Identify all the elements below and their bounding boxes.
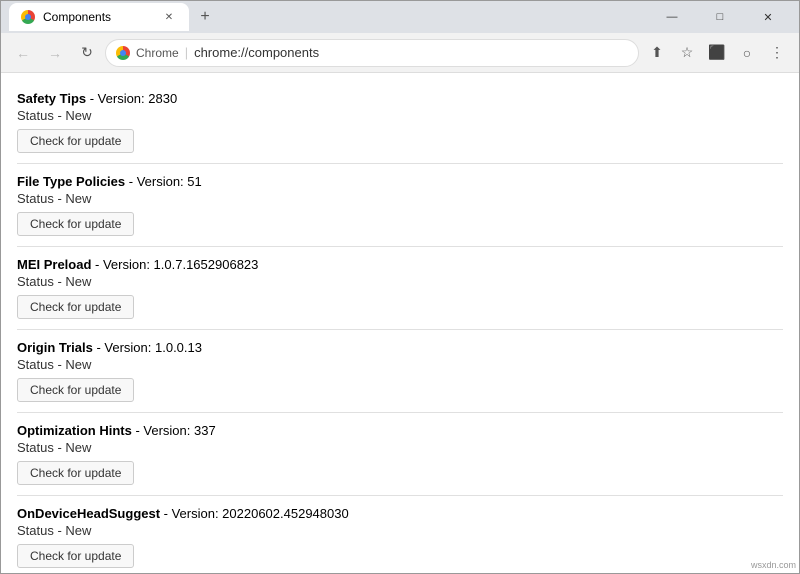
active-tab[interactable]: Components ✕: [9, 3, 189, 31]
site-security-icon: [116, 46, 130, 60]
watermark: wsxdn.com: [751, 560, 796, 570]
component-status: Status - New: [17, 440, 783, 455]
tab-favicon: [21, 10, 35, 24]
forward-button[interactable]: →: [41, 39, 69, 67]
reload-button[interactable]: ↻: [73, 39, 101, 67]
window-controls: — □ ✕: [649, 1, 791, 33]
component-item: Safety Tips - Version: 2830 Status - New C…: [17, 81, 783, 164]
tab-strip: Components ✕ +: [9, 3, 217, 31]
component-status: Status - New: [17, 357, 783, 372]
check-update-button[interactable]: Check for update: [17, 295, 134, 319]
component-item: Origin Trials - Version: 1.0.0.13 Status …: [17, 330, 783, 413]
browser-window: Components ✕ + — □ ✕ ← →: [0, 0, 800, 574]
bookmark-button[interactable]: ☆: [673, 39, 701, 67]
component-item: OnDeviceHeadSuggest - Version: 20220602.…: [17, 496, 783, 573]
menu-button[interactable]: ⋮: [763, 39, 791, 67]
back-button[interactable]: ←: [9, 39, 37, 67]
component-status: Status - New: [17, 108, 783, 123]
check-update-button[interactable]: Check for update: [17, 544, 134, 568]
site-label: Chrome: [136, 46, 179, 60]
title-bar: Components ✕ + — □ ✕: [1, 1, 799, 33]
check-update-button[interactable]: Check for update: [17, 212, 134, 236]
check-update-button[interactable]: Check for update: [17, 129, 134, 153]
minimize-button[interactable]: —: [649, 1, 695, 33]
component-name: Optimization Hints - Version: 337: [17, 423, 783, 438]
toolbar-actions: ⬆ ☆ ⬛ ○ ⋮: [643, 39, 791, 67]
component-status: Status - New: [17, 523, 783, 538]
component-item: Optimization Hints - Version: 337 Status …: [17, 413, 783, 496]
component-name: File Type Policies - Version: 51: [17, 174, 783, 189]
component-item: File Type Policies - Version: 51 Status -…: [17, 164, 783, 247]
component-item: MEI Preload - Version: 1.0.7.1652906823 S…: [17, 247, 783, 330]
component-name: Safety Tips - Version: 2830: [17, 91, 783, 106]
component-name: MEI Preload - Version: 1.0.7.1652906823: [17, 257, 783, 272]
component-name: Origin Trials - Version: 1.0.0.13: [17, 340, 783, 355]
tab-label: Components: [43, 10, 111, 24]
address-bar[interactable]: Chrome | chrome://components: [105, 39, 639, 67]
page-content: Safety Tips - Version: 2830 Status - New C…: [1, 73, 799, 573]
tab-close-button[interactable]: ✕: [161, 9, 177, 25]
check-update-button[interactable]: Check for update: [17, 378, 134, 402]
close-button[interactable]: ✕: [745, 1, 791, 33]
url-text: chrome://components: [194, 45, 319, 60]
profile-button[interactable]: ○: [733, 39, 761, 67]
new-tab-button[interactable]: +: [193, 5, 217, 29]
component-status: Status - New: [17, 274, 783, 289]
toolbar: ← → ↻ Chrome | chrome://components ⬆ ☆ ⬛…: [1, 33, 799, 73]
component-status: Status - New: [17, 191, 783, 206]
maximize-button[interactable]: □: [697, 1, 743, 33]
extension-button[interactable]: ⬛: [703, 39, 731, 67]
component-name: OnDeviceHeadSuggest - Version: 20220602.…: [17, 506, 783, 521]
share-button[interactable]: ⬆: [643, 39, 671, 67]
check-update-button[interactable]: Check for update: [17, 461, 134, 485]
